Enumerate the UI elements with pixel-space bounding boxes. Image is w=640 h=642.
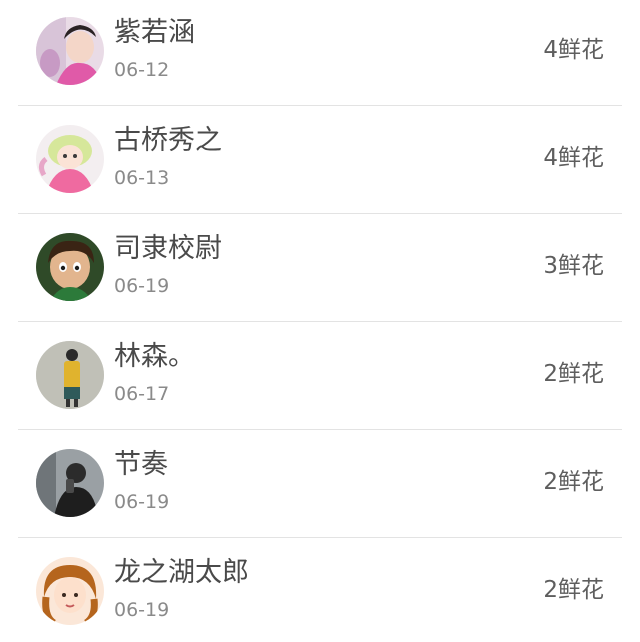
gift-ranking-list: 紫若涵 06-12 4鲜花 古桥秀之 06-13 4鲜花 司隶校尉 06-19 … [0, 0, 640, 642]
user-avatar[interactable] [36, 341, 104, 409]
gift-date: 06-19 [114, 491, 170, 513]
user-avatar[interactable] [36, 125, 104, 193]
flower-count: 3鲜花 [543, 253, 604, 279]
flower-count: 2鲜花 [543, 577, 604, 603]
gift-date: 06-19 [114, 599, 170, 621]
user-avatar[interactable] [36, 557, 104, 625]
user-name: 古桥秀之 [114, 125, 222, 156]
list-item[interactable]: 林森。 06-17 2鲜花 [0, 322, 640, 430]
user-avatar[interactable] [36, 233, 104, 301]
list-item[interactable]: 紫若涵 06-12 4鲜花 [0, 0, 640, 106]
user-name: 龙之湖太郎 [114, 557, 249, 588]
gift-date: 06-19 [114, 275, 170, 297]
user-name: 节奏 [114, 449, 168, 480]
flower-count: 2鲜花 [543, 469, 604, 495]
user-name: 司隶校尉 [114, 233, 222, 264]
user-name: 林森。 [114, 341, 195, 372]
gift-date: 06-17 [114, 383, 170, 405]
user-name: 紫若涵 [114, 17, 195, 48]
flower-count: 2鲜花 [543, 361, 604, 387]
list-item[interactable]: 古桥秀之 06-13 4鲜花 [0, 106, 640, 214]
flower-count: 4鲜花 [543, 145, 604, 171]
flower-count: 4鲜花 [543, 37, 604, 63]
gift-date: 06-12 [114, 59, 170, 81]
list-item[interactable]: 节奏 06-19 2鲜花 [0, 430, 640, 538]
list-item[interactable]: 司隶校尉 06-19 3鲜花 [0, 214, 640, 322]
user-avatar[interactable] [36, 449, 104, 517]
user-avatar[interactable] [36, 17, 104, 85]
gift-date: 06-13 [114, 167, 170, 189]
list-item[interactable]: 龙之湖太郎 06-19 2鲜花 [0, 538, 640, 642]
